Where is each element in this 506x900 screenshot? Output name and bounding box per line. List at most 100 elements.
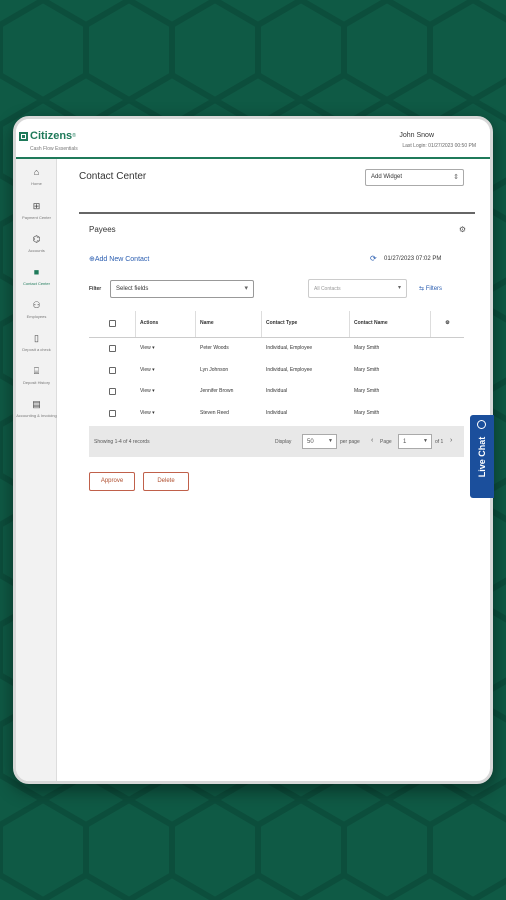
sidebar-item-deposit-check[interactable]: ▯ Deposit a check <box>16 333 57 352</box>
main-content: Contact Center Add Widget ⇕ Payees ⚙ ⊕Ad… <box>57 159 490 781</box>
select-fields-value: Select fields <box>116 286 149 292</box>
sidebar-item-label: Employees <box>26 314 47 319</box>
contact-type: Individual <box>266 409 288 416</box>
row-checkbox[interactable] <box>109 345 116 352</box>
add-widget-label: Add Widget <box>371 174 403 180</box>
bank-icon: ⌬ <box>32 234 41 244</box>
select-all-checkbox[interactable] <box>108 320 116 327</box>
page-select[interactable]: 1 ▼ <box>398 434 432 449</box>
view-action-dropdown[interactable]: View ▾ <box>136 381 196 403</box>
row-checkbox-cell <box>89 338 136 360</box>
column-header-contact-name[interactable]: Contact Name <box>350 311 431 337</box>
tablet-frame: Citizens ® Cash Flow Essentials John Sno… <box>13 116 493 784</box>
logo-text: Citizens <box>30 130 73 142</box>
table-row: View ▾ Lyn Johnson Individual, Employee … <box>89 360 464 382</box>
last-login: Last Login: 01/27/2023 00:50 PM <box>402 143 476 149</box>
previous-page-icon[interactable]: ‹ <box>371 437 373 444</box>
chevron-down-icon: ▾ <box>397 285 401 291</box>
filters-label: Filters <box>425 286 443 292</box>
view-action-dropdown[interactable]: View ▾ <box>136 403 196 425</box>
display-label: Display <box>275 439 292 445</box>
row-checkbox-cell <box>89 360 136 382</box>
contact-name: Mary Smith <box>354 366 380 373</box>
column-settings-gear-icon[interactable]: ⚙ <box>431 311 464 337</box>
payee-name: Lyn Johnson <box>200 366 229 373</box>
page-label: Page <box>380 439 392 445</box>
sidebar-item-label: Payment Center <box>22 215 51 220</box>
sidebar-item-accounts[interactable]: ⌬ Accounts <box>16 234 57 253</box>
citizens-logo: Citizens ® <box>19 130 76 142</box>
sidebar-item-accounting[interactable]: ▤ Accounting & Invoicing <box>16 399 57 418</box>
row-checkbox[interactable] <box>109 409 116 417</box>
next-page-icon[interactable]: › <box>450 437 452 444</box>
sidebar-item-employees[interactable]: ⚇ Employees <box>16 300 57 319</box>
sidebar-item-payment-center[interactable]: ⊞ Payment Center <box>16 201 57 220</box>
column-header-name[interactable]: Name <box>196 311 262 337</box>
payee-name: Steven Reed <box>200 409 229 416</box>
view-label: View <box>140 345 151 351</box>
contact-name: Mary Smith <box>354 345 380 351</box>
gear-icon[interactable]: ⚙ <box>459 225 466 234</box>
column-header-contact-type[interactable]: Contact Type <box>262 311 350 337</box>
select-all-cell <box>89 311 136 337</box>
contact-type: Individual <box>266 388 288 394</box>
chevron-down-icon: ▾ <box>244 285 248 292</box>
live-chat-button[interactable]: Live Chat <box>470 415 494 498</box>
panel-title: Payees <box>89 225 116 234</box>
history-icon: ⌸ <box>33 366 40 376</box>
sidebar-item-label: Contact Center <box>23 281 50 286</box>
sidebar-item-label: Deposit History <box>22 380 51 385</box>
contact-book-icon: ■ <box>33 267 40 277</box>
sidebar-item-label: Home <box>31 181 42 186</box>
table-row: View ▾ Steven Reed Individual Mary Smith <box>89 403 464 425</box>
sidebar-item-contact-center[interactable]: ■ Contact Center <box>16 267 57 286</box>
table-footer: Showing 1-4 of 4 records Display 50 ▼ pe… <box>89 426 464 457</box>
logo-subtitle: Cash Flow Essentials <box>30 146 78 152</box>
view-action-dropdown[interactable]: View ▾ <box>136 338 196 360</box>
add-new-contact-link[interactable]: ⊕Add New Contact <box>89 255 149 263</box>
per-page-label: per page <box>340 439 360 445</box>
view-label: View <box>140 366 151 373</box>
home-icon: ⌂ <box>33 167 40 177</box>
contact-name: Mary Smith <box>354 388 380 394</box>
records-count: Showing 1-4 of 4 records <box>94 439 150 445</box>
column-header-actions[interactable]: Actions <box>136 311 196 337</box>
row-checkbox[interactable] <box>109 366 116 374</box>
live-chat-label: Live Chat <box>477 436 487 477</box>
user-name[interactable]: John Snow <box>399 132 434 139</box>
row-checkbox-cell <box>89 381 136 403</box>
row-checkbox-cell <box>89 403 136 425</box>
approve-button[interactable]: Approve <box>89 472 135 491</box>
filters-link[interactable]: ⇆ Filters <box>419 285 442 292</box>
people-icon: ⚇ <box>32 300 41 310</box>
chevron-down-icon: ▼ <box>423 438 428 444</box>
select-fields-dropdown[interactable]: Select fields ▾ <box>110 280 254 298</box>
sidebar: ⌂ Home ⊞ Payment Center ⌬ Accounts ■ Con… <box>16 159 57 781</box>
payees-table: Actions Name Contact Type Contact Name ⚙… <box>89 311 464 424</box>
view-label: View <box>140 388 151 394</box>
delete-button[interactable]: Delete <box>143 472 189 491</box>
refresh-icon[interactable]: ⟳ <box>370 254 377 263</box>
per-page-select[interactable]: 50 ▼ <box>302 434 337 449</box>
filter-label: Filter <box>89 286 102 292</box>
sidebar-item-home[interactable]: ⌂ Home <box>16 167 57 186</box>
per-page-value: 50 <box>307 439 314 445</box>
sidebar-item-label: Deposit a check <box>22 347 51 352</box>
title-divider <box>79 212 475 214</box>
contacts-scope-dropdown[interactable]: All Contacts ▾ <box>308 279 407 298</box>
add-widget-dropdown[interactable]: Add Widget ⇕ <box>365 169 464 186</box>
page-value: 1 <box>403 439 407 445</box>
refresh-timestamp: 01/27/2023 07:02 PM <box>384 256 442 262</box>
app-header: Citizens ® Cash Flow Essentials John Sno… <box>16 119 490 159</box>
all-contacts-placeholder: All Contacts <box>314 286 341 292</box>
add-contact-label: Add New Contact <box>94 256 150 263</box>
contact-type: Individual, Employee <box>266 366 313 373</box>
chevron-down-icon: ▼ <box>328 438 333 444</box>
sidebar-item-deposit-history[interactable]: ⌸ Deposit History <box>16 366 57 385</box>
payment-center-icon: ⊞ <box>32 201 41 211</box>
view-action-dropdown[interactable]: View ▾ <box>136 360 196 382</box>
row-checkbox[interactable] <box>109 388 116 395</box>
chevron-updown-icon: ⇕ <box>453 174 459 181</box>
filter-sliders-icon: ⇆ <box>419 286 425 292</box>
payee-name: Jennifer Brown <box>200 388 234 394</box>
